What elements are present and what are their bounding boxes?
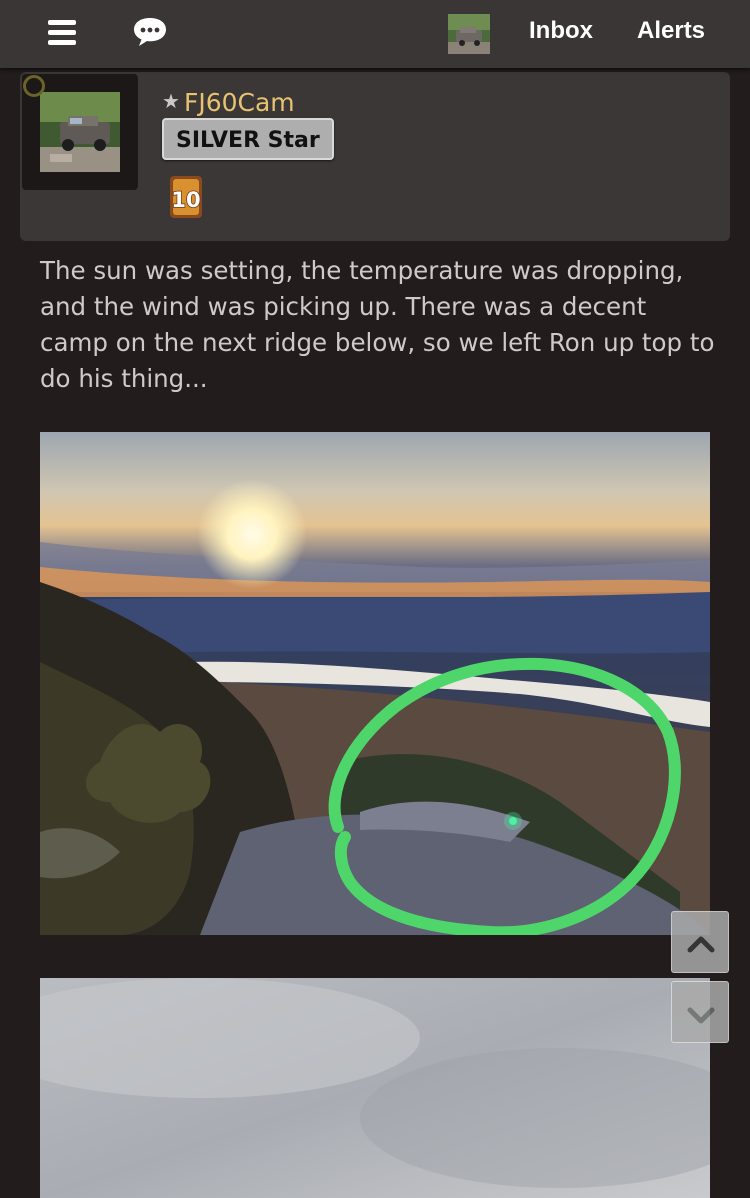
online-status-ring	[23, 75, 45, 97]
post-image-overcast[interactable]	[40, 978, 710, 1198]
years-membership-icon: 10	[170, 176, 202, 218]
years-badge-text: 10	[171, 188, 200, 212]
post-author-card: ★ FJ60Cam SILVER Star 10	[20, 72, 730, 241]
scroll-to-bottom-button[interactable]	[671, 981, 729, 1043]
chevron-up-icon	[687, 936, 715, 953]
username-text: FJ60Cam	[183, 88, 295, 117]
rank-badge: SILVER Star	[162, 118, 334, 160]
top-nav-bar: Inbox Alerts	[0, 0, 750, 68]
star-icon: ★	[162, 89, 180, 113]
chat-bubble-icon[interactable]	[132, 16, 168, 48]
inbox-link[interactable]: Inbox	[529, 17, 593, 45]
avatar[interactable]	[40, 92, 120, 172]
hamburger-icon[interactable]	[48, 20, 76, 46]
username-link[interactable]: ★ FJ60Cam	[162, 88, 295, 117]
chevron-down-icon	[687, 1007, 715, 1024]
post-image-sunset[interactable]	[40, 432, 710, 935]
post-body-text: The sun was setting, the temperature was…	[40, 256, 715, 393]
alerts-link[interactable]: Alerts	[637, 17, 705, 45]
scroll-to-top-button[interactable]	[671, 911, 729, 973]
avatar-frame	[22, 74, 138, 190]
user-avatar-thumbnail[interactable]	[448, 14, 490, 54]
